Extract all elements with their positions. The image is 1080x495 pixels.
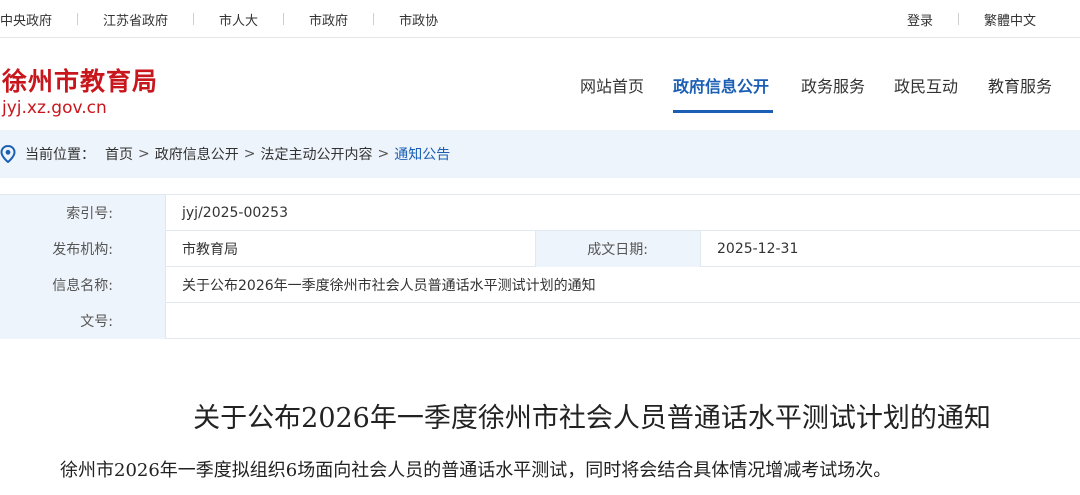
link-central-gov[interactable]: 中央政府 [0,10,52,29]
divider [373,13,375,25]
breadcrumb-statutory[interactable]: 法定主动公开内容 [260,144,372,164]
nav-interaction[interactable]: 政民互动 [894,73,958,97]
nav-services[interactable]: 政务服务 [801,73,865,97]
divider [77,13,79,25]
breadcrumb-gov-info[interactable]: 政府信息公开 [155,144,239,164]
breadcrumb-home[interactable]: 首页 [105,144,133,164]
article-body: 徐州市2026年一季度拟组织6场面向社会人员的普通话水平测试，同时将会结合具体情… [60,460,892,481]
site-header: 徐州市教育局 jyj.xz.gov.cn 网站首页 政府信息公开 政务服务 政民… [0,38,1080,130]
site-domain: jyj.xz.gov.cn [2,98,107,118]
breadcrumb-separator: > [377,146,390,162]
index-label: 索引号: [0,195,165,231]
divider [957,13,959,25]
nav-home[interactable]: 网站首页 [580,73,644,97]
breadcrumb-separator: > [243,146,256,162]
name-label: 信息名称: [0,267,165,303]
divider [193,13,195,25]
info-row-publisher: 发布机构: 市教育局 成文日期: 2025-12-31 [0,231,1080,267]
nav-gov-info[interactable]: 政府信息公开 [673,73,769,97]
nav-education[interactable]: 教育服务 [988,73,1052,97]
date-label: 成文日期: [535,231,700,267]
publisher-label: 发布机构: [0,231,165,267]
docno-value [165,303,1080,339]
link-jiangsu-gov[interactable]: 江苏省政府 [103,10,168,29]
breadcrumb-separator: > [138,146,150,162]
login-link[interactable]: 登录 [907,10,933,29]
breadcrumb-notices[interactable]: 通知公告 [394,144,450,164]
link-city-gov[interactable]: 市政府 [309,10,348,29]
divider [283,13,285,25]
link-city-npc[interactable]: 市人大 [219,10,258,29]
article-title: 关于公布2026年一季度徐州市社会人员普通话水平测试计划的通知 [193,403,991,434]
date-value: 2025-12-31 [700,231,1080,267]
publisher-value: 市教育局 [165,231,535,267]
nav-active-indicator [673,110,773,113]
index-value: jyj/2025-00253 [165,195,1080,231]
site-logo-title[interactable]: 徐州市教育局 [2,62,158,98]
name-value: 关于公布2026年一季度徐州市社会人员普通话水平测试计划的通知 [165,267,1080,303]
gov-links: 中央政府 江苏省政府 市人大 市政府 市政协 [0,0,438,38]
info-table: 索引号: jyj/2025-00253 发布机构: 市教育局 成文日期: 202… [0,194,1080,339]
user-links: 登录 繁體中文 [907,0,1036,38]
breadcrumb-label: 当前位置： [25,147,95,163]
info-row-docno: 文号: [0,303,1080,339]
info-row-index: 索引号: jyj/2025-00253 [0,195,1080,231]
breadcrumb: 当前位置： 首页 > 政府信息公开 > 法定主动公开内容 > 通知公告 [0,130,1080,178]
location-pin-icon [0,145,16,163]
docno-label: 文号: [0,303,165,339]
link-city-cppcc[interactable]: 市政协 [399,10,438,29]
traditional-chinese-link[interactable]: 繁體中文 [984,10,1036,29]
top-bar: 中央政府 江苏省政府 市人大 市政府 市政协 登录 繁體中文 [0,0,1080,38]
info-row-name: 信息名称: 关于公布2026年一季度徐州市社会人员普通话水平测试计划的通知 [0,267,1080,303]
